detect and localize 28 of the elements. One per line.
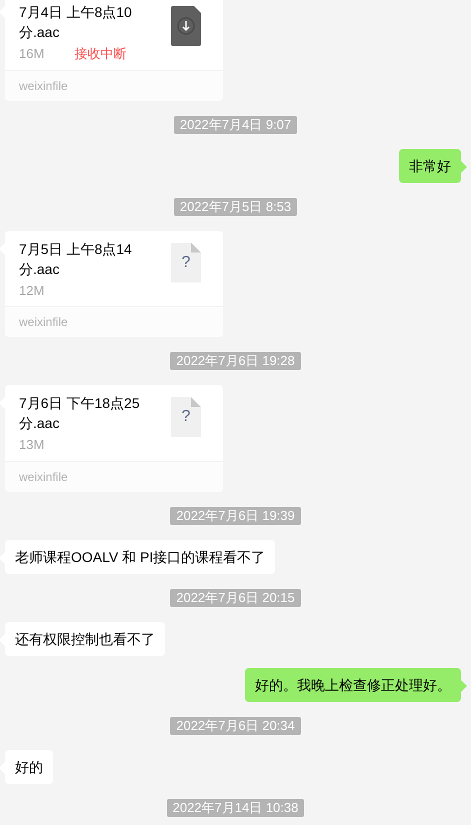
timestamp: 2022年7月6日 20:15 bbox=[170, 588, 301, 606]
file-source: weixinfile bbox=[19, 315, 68, 329]
message-bubble: 好的 bbox=[5, 750, 53, 784]
file-message-card[interactable]: 7月4日 上午8点10分.aac 16M 接收中断 weixinfile bbox=[5, 0, 223, 100]
unknown-file-icon: ? bbox=[171, 397, 201, 437]
timestamp: 2022年7月6日 20:34 bbox=[170, 716, 301, 734]
message-bubble: 还有权限控制也看不了 bbox=[5, 622, 165, 656]
timestamp: 2022年7月6日 19:39 bbox=[170, 506, 301, 524]
message-bubble: 非常好 bbox=[399, 148, 461, 182]
file-name: 7月5日 上午8点14分.aac bbox=[19, 240, 133, 278]
file-name: 7月4日 上午8点10分.aac bbox=[19, 3, 133, 42]
file-name: 7月6日 下午18点25分.aac bbox=[19, 394, 141, 433]
file-source: weixinfile bbox=[19, 78, 68, 92]
message-bubble: 老师课程OOALV 和 PI接口的课程看不了 bbox=[5, 540, 276, 574]
timestamp: 2022年7月6日 19:28 bbox=[170, 352, 301, 370]
file-download-icon bbox=[171, 6, 201, 46]
file-message-card[interactable]: 7月5日 上午8点14分.aac 12M ? weixinfile bbox=[5, 230, 223, 337]
file-size: 13M bbox=[19, 436, 44, 454]
file-size: 16M bbox=[19, 45, 44, 63]
timestamp: 2022年7月5日 8:53 bbox=[174, 198, 298, 216]
unknown-file-icon: ? bbox=[171, 242, 201, 282]
message-bubble: 好的。我晚上检查修正处理好。 bbox=[245, 668, 461, 702]
timestamp: 2022年7月4日 9:07 bbox=[174, 116, 298, 134]
file-status: 接收中断 bbox=[74, 45, 126, 63]
timestamp: 2022年7月14日 10:38 bbox=[166, 798, 304, 816]
file-message-card[interactable]: 7月6日 下午18点25分.aac 13M ? weixinfile bbox=[5, 385, 223, 492]
file-size: 12M bbox=[19, 282, 44, 300]
file-source: weixinfile bbox=[19, 470, 68, 484]
